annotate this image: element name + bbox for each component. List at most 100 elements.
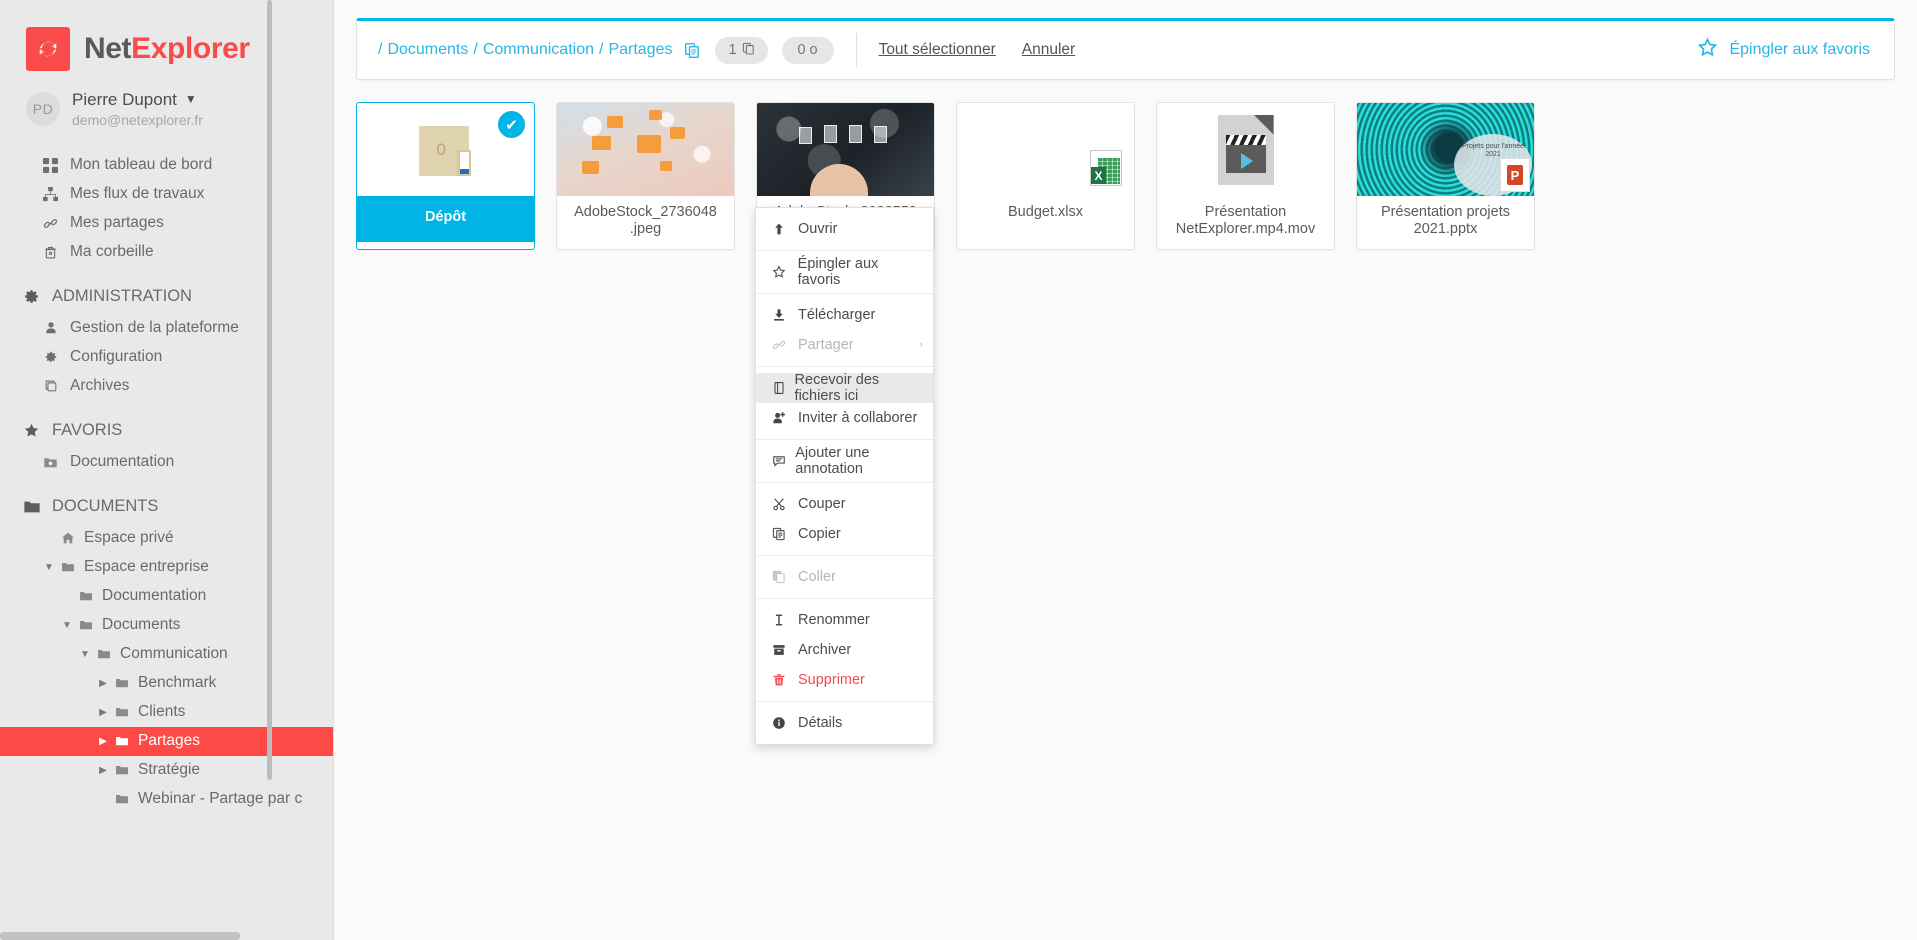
user-menu[interactable]: PD Pierre Dupont ▼ demo@netexplorer.fr xyxy=(0,74,334,142)
context-menu-item-archiver[interactable]: Archiver xyxy=(756,635,933,665)
folder-icon xyxy=(22,498,41,516)
nav-list: Mon tableau de bord Mes flux de travaux … xyxy=(0,151,334,267)
file-tile-adobestock-2736048[interactable]: AdobeStock_2736048 .jpeg xyxy=(556,102,735,250)
context-menu-item-ouvrir[interactable]: Ouvrir xyxy=(756,214,933,244)
image-thumbnail xyxy=(557,103,734,196)
sidebar-item-label: Mon tableau de bord xyxy=(70,156,212,174)
copy-path-icon[interactable] xyxy=(684,42,701,59)
sidebar-item-workflows[interactable]: Mes flux de travaux xyxy=(0,180,334,209)
tree-item-label: Espace privé xyxy=(84,529,174,547)
check-circle-icon[interactable]: ✔ xyxy=(498,111,525,138)
brand-net: Net xyxy=(84,32,131,65)
sidebar-scrollbar-vertical[interactable] xyxy=(267,0,272,780)
user-name-row: Pierre Dupont ▼ xyxy=(72,90,203,110)
pin-favorites-button[interactable]: Épingler aux favoris xyxy=(1697,37,1876,63)
sidebar-scrollbar-horizontal[interactable] xyxy=(0,932,240,940)
context-menu-item-telecharger[interactable]: Télécharger xyxy=(756,300,933,330)
brand[interactable]: NetExplorer xyxy=(0,24,334,74)
pin-favorites-label: Épingler aux favoris xyxy=(1729,41,1870,59)
home-icon xyxy=(61,531,75,545)
cancel-button[interactable]: Annuler xyxy=(1022,41,1075,59)
tree-item-partages[interactable]: ▶ Partages xyxy=(0,727,334,756)
sidebar-item-label: Mes flux de travaux xyxy=(70,185,204,203)
trash-icon xyxy=(772,673,794,687)
tree-item-communication[interactable]: ▼ Communication xyxy=(0,640,334,669)
photo-screens-hand xyxy=(757,103,934,196)
context-menu-group: Recevoir des fichiers ici Inviter à coll… xyxy=(756,367,933,440)
context-menu-item-coller: Coller xyxy=(756,562,933,592)
paste-icon xyxy=(772,570,794,584)
folder-thumbnail: 0 ✔ xyxy=(357,103,534,196)
administration-items: Gestion de la plateforme Configuration A… xyxy=(0,314,334,401)
context-menu-item-couper[interactable]: Couper xyxy=(756,489,933,519)
breadcrumb-documents[interactable]: Documents xyxy=(387,41,468,59)
brand-title: NetExplorer xyxy=(84,32,250,66)
chevron-right-icon[interactable]: ▶ xyxy=(96,678,110,689)
context-menu-item-details[interactable]: Détails xyxy=(756,708,933,738)
tree-item-benchmark[interactable]: ▶ Benchmark xyxy=(0,669,334,698)
context-menu-item-supprimer[interactable]: Supprimer xyxy=(756,665,933,695)
context-menu-item-epingler-favoris[interactable]: Épingler aux favoris xyxy=(756,257,933,287)
select-all-button[interactable]: Tout sélectionner xyxy=(879,41,996,59)
breadcrumb: / Documents / Communication / Partages xyxy=(375,41,672,59)
user-plus-icon xyxy=(772,411,794,425)
tree-item-strategie[interactable]: ▶ Stratégie xyxy=(0,756,334,785)
context-menu-item-inviter-collaborer[interactable]: Inviter à collaborer xyxy=(756,403,933,433)
excel-thumbnail: X xyxy=(957,103,1134,196)
chevron-right-icon[interactable]: ▶ xyxy=(96,765,110,776)
context-menu-item-copier[interactable]: Copier xyxy=(756,519,933,549)
tree-item-webinar[interactable]: ▶ Webinar - Partage par c xyxy=(0,785,334,814)
sidebar-inner: NetExplorer PD Pierre Dupont ▼ demo@nete… xyxy=(0,0,334,814)
context-menu-item-recevoir-fichiers[interactable]: Recevoir des fichiers ici xyxy=(756,373,933,403)
section-title: DOCUMENTS xyxy=(52,497,158,516)
tree-item-label: Documents xyxy=(102,616,180,634)
file-tile-depot[interactable]: 0 ✔ Dépôt xyxy=(356,102,535,250)
context-menu-item-label: Recevoir des fichiers ici xyxy=(795,372,923,404)
sidebar-item-archives[interactable]: Archives xyxy=(0,372,334,401)
chevron-down-icon[interactable]: ▼ xyxy=(185,93,197,107)
sidebar-item-trash[interactable]: Ma corbeille xyxy=(0,238,334,267)
tree-item-label: Stratégie xyxy=(138,761,200,779)
folder-icon xyxy=(115,763,129,777)
tree-item-espace-entreprise[interactable]: ▼ Espace entreprise xyxy=(0,553,334,582)
sidebar-item-label: Ma corbeille xyxy=(70,243,154,261)
chevron-down-icon[interactable]: ▼ xyxy=(78,649,92,660)
chevron-right-icon[interactable]: ▶ xyxy=(96,736,110,747)
file-name: AdobeStock_2736048 .jpeg xyxy=(557,196,734,249)
sync-icon xyxy=(26,27,70,71)
tree-item-label: Communication xyxy=(120,645,228,663)
chevron-down-icon[interactable]: ▼ xyxy=(60,620,74,631)
breadcrumb-partages[interactable]: Partages xyxy=(608,41,672,59)
breadcrumb-separator: / xyxy=(599,41,603,59)
context-menu-group: Épingler aux favoris xyxy=(756,251,933,294)
context-menu[interactable]: Ouvrir Épingler aux favoris Télécharger xyxy=(755,207,934,745)
context-menu-item-renommer[interactable]: Renommer xyxy=(756,605,933,635)
context-menu-item-ajouter-annotation[interactable]: Ajouter une annotation xyxy=(756,446,933,476)
tree-item-documentation[interactable]: ▶ Documentation xyxy=(0,582,334,611)
file-tile-presentation-pptx[interactable]: Projets pour l'année 2021 P Présentation… xyxy=(1356,102,1535,250)
tree-item-label: Clients xyxy=(138,703,185,721)
chevron-right-icon[interactable]: ▶ xyxy=(96,707,110,718)
folder-icon xyxy=(61,560,75,574)
tree-item-clients[interactable]: ▶ Clients xyxy=(0,698,334,727)
sidebar-item-platform-management[interactable]: Gestion de la plateforme xyxy=(0,314,334,343)
star-icon xyxy=(22,422,41,439)
photo-folders-hands xyxy=(557,103,734,196)
context-menu-item-label: Couper xyxy=(798,496,846,512)
powerpoint-icon: P xyxy=(1500,158,1530,192)
sidebar-item-dashboard[interactable]: Mon tableau de bord xyxy=(0,151,334,180)
sidebar-item-shares[interactable]: Mes partages xyxy=(0,209,334,238)
sidebar-item-favoris-documentation[interactable]: Documentation xyxy=(0,448,334,477)
sidebar-item-configuration[interactable]: Configuration xyxy=(0,343,334,372)
chevron-down-icon[interactable]: ▼ xyxy=(42,562,56,573)
tree-item-documents[interactable]: ▼ Documents xyxy=(0,611,334,640)
file-tile-presentation-mov[interactable]: Présentation NetExplorer.mp4.mov xyxy=(1156,102,1335,250)
sidebar-item-label: Gestion de la plateforme xyxy=(70,319,239,337)
file-tile-budget-xlsx[interactable]: X Budget.xlsx xyxy=(956,102,1135,250)
link-icon xyxy=(42,216,59,231)
context-menu-item-label: Archiver xyxy=(798,642,851,658)
video-file-icon xyxy=(1218,115,1274,185)
tree-item-espace-prive[interactable]: ▶ Espace privé xyxy=(0,524,334,553)
files-icon xyxy=(742,42,755,59)
breadcrumb-communication[interactable]: Communication xyxy=(483,41,594,59)
